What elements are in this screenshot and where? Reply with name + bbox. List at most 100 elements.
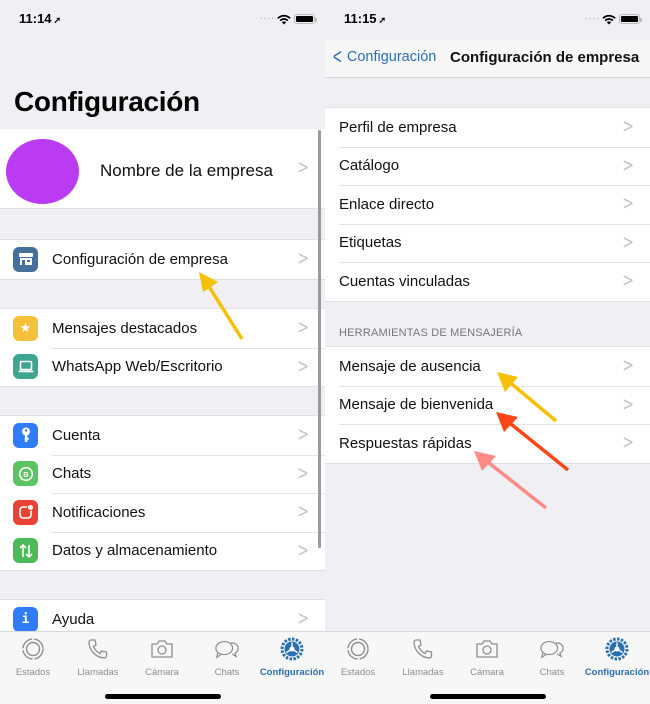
scrollbar[interactable] — [318, 130, 321, 548]
chevron-right-icon: > — [622, 270, 634, 293]
settings-item-starred-messages[interactable]: ★ Mensajes destacados > — [0, 309, 325, 348]
laptop-icon — [13, 354, 38, 380]
settings-item-label: WhatsApp Web/Escritorio — [52, 358, 223, 376]
tab-status[interactable]: Estados — [326, 636, 390, 678]
chevron-right-icon: > — [297, 355, 309, 378]
settings-item-away-message[interactable]: Mensaje de ausencia > — [325, 347, 650, 386]
settings-item-labels[interactable]: Etiquetas > — [325, 223, 650, 263]
tab-settings[interactable]: Configuración — [585, 636, 649, 678]
battery-icon — [294, 14, 317, 24]
settings-item-label: Mensaje de bienvenida — [339, 396, 494, 414]
settings-group-account: Cuenta > B Chats > Notificaciones > Dato… — [0, 415, 325, 571]
location-arrow-icon: ➚ — [53, 15, 62, 25]
chevron-right-icon: > — [622, 432, 634, 455]
settings-screen: 11:14 ➚ .... Configuración Nombre de la e… — [0, 0, 325, 704]
wifi-icon — [602, 12, 616, 30]
status-icon — [20, 636, 46, 662]
star-icon: ★ — [13, 315, 38, 341]
settings-item-whatsapp-web[interactable]: WhatsApp Web/Escritorio > — [0, 347, 325, 387]
signal-icon: .... — [259, 11, 275, 22]
settings-item-label: Chats — [52, 465, 92, 483]
settings-item-catalog[interactable]: Catálogo > — [325, 146, 650, 186]
settings-item-label: Respuestas rápidas — [339, 434, 472, 452]
settings-item-label: Cuentas vinculadas — [339, 272, 470, 290]
key-icon — [13, 422, 38, 448]
business-settings-screen: 11:15 ➚ .... < Configuración Configuració… — [325, 0, 650, 704]
info-icon: i — [13, 606, 38, 632]
camera-icon — [474, 636, 500, 662]
signal-icon: .... — [584, 11, 600, 22]
settings-gear-icon — [604, 636, 630, 662]
page-title: Configuración — [14, 86, 200, 117]
chevron-right-icon: > — [622, 231, 634, 254]
nav-title: Configuración de empresa — [450, 49, 640, 66]
chevron-right-icon: > — [297, 317, 309, 340]
business-tools-group: Perfil de empresa > Catálogo > Enlace di… — [325, 107, 650, 302]
tab-camera[interactable]: Cámara — [130, 636, 194, 678]
settings-group-business: Configuración de empresa > — [0, 239, 325, 280]
chats-icon — [539, 636, 565, 662]
settings-gear-icon — [279, 636, 305, 662]
settings-item-label: Mensajes destacados — [52, 319, 198, 337]
tab-settings[interactable]: Configuración — [260, 636, 324, 678]
settings-item-label: Configuración de empresa — [52, 250, 228, 268]
chevron-right-icon: > — [297, 608, 309, 631]
status-time: 11:15 ➚ — [344, 11, 387, 26]
back-button[interactable]: < Configuración — [331, 44, 437, 69]
home-indicator[interactable] — [430, 694, 546, 699]
phone-icon — [410, 636, 436, 662]
location-arrow-icon: ➚ — [378, 15, 387, 25]
battery-icon — [619, 14, 642, 24]
back-label: Configuración — [346, 49, 437, 65]
settings-item-label: Cuenta — [52, 426, 101, 444]
camera-icon — [149, 636, 175, 662]
chevron-right-icon: > — [622, 154, 634, 177]
tab-chats[interactable]: Chats — [195, 636, 259, 678]
settings-item-quick-replies[interactable]: Respuestas rápidas > — [325, 424, 650, 463]
tab-calls[interactable]: Llamadas — [391, 636, 455, 678]
business-name: Nombre de la empresa — [100, 161, 273, 180]
chevron-right-icon: > — [297, 462, 309, 485]
messaging-tools-group: Mensaje de ausencia > Mensaje de bienven… — [325, 346, 650, 464]
chevron-right-icon: > — [622, 393, 634, 416]
profile-row[interactable]: Nombre de la empresa > — [0, 129, 325, 209]
tab-bar: Estados Llamadas Cámara Chats Configurac… — [325, 631, 650, 704]
status-time: 11:14 ➚ — [19, 11, 62, 26]
chevron-right-icon: > — [622, 116, 634, 139]
settings-item-chats[interactable]: B Chats > — [0, 454, 325, 494]
settings-item-linked-accounts[interactable]: Cuentas vinculadas > — [325, 262, 650, 301]
tab-calls[interactable]: Llamadas — [66, 636, 130, 678]
settings-group-messages: ★ Mensajes destacados > WhatsApp Web/Esc… — [0, 308, 325, 387]
tab-bar: Estados Llamadas Cámara Chats Configurac… — [0, 631, 325, 704]
chevron-left-icon: < — [332, 44, 342, 69]
chevron-right-icon: > — [297, 501, 309, 524]
settings-item-label: Perfil de empresa — [339, 118, 457, 136]
settings-item-label: Etiquetas — [339, 234, 402, 252]
whatsapp-business-icon: B — [13, 461, 38, 487]
settings-item-label: Catálogo — [339, 157, 400, 175]
settings-item-label: Datos y almacenamiento — [52, 542, 218, 560]
chats-icon — [214, 636, 240, 662]
status-bar: 11:14 ➚ .... — [0, 0, 325, 40]
settings-item-data-storage[interactable]: Datos y almacenamiento > — [0, 531, 325, 571]
phone-icon — [85, 636, 111, 662]
tab-camera[interactable]: Cámara — [455, 636, 519, 678]
settings-item-greeting-message[interactable]: Mensaje de bienvenida > — [325, 385, 650, 425]
settings-item-label: Ayuda — [52, 610, 95, 628]
settings-item-direct-link[interactable]: Enlace directo > — [325, 185, 650, 224]
tab-chats[interactable]: Chats — [520, 636, 584, 678]
settings-item-business-profile[interactable]: Perfil de empresa > — [325, 108, 650, 147]
tab-status[interactable]: Estados — [1, 636, 65, 678]
navigation-bar: < Configuración Configuración de empresa — [325, 40, 650, 78]
chevron-right-icon: > — [297, 156, 309, 180]
chevron-right-icon: > — [297, 539, 309, 562]
settings-item-notifications[interactable]: Notificaciones > — [0, 493, 325, 532]
home-indicator[interactable] — [105, 694, 221, 699]
status-icon — [345, 636, 371, 662]
avatar[interactable] — [6, 139, 79, 204]
settings-item-account[interactable]: Cuenta > — [0, 416, 325, 455]
chevron-right-icon: > — [622, 355, 634, 378]
notification-icon — [13, 499, 38, 525]
store-icon — [13, 246, 38, 272]
settings-item-business-settings[interactable]: Configuración de empresa > — [0, 240, 325, 279]
